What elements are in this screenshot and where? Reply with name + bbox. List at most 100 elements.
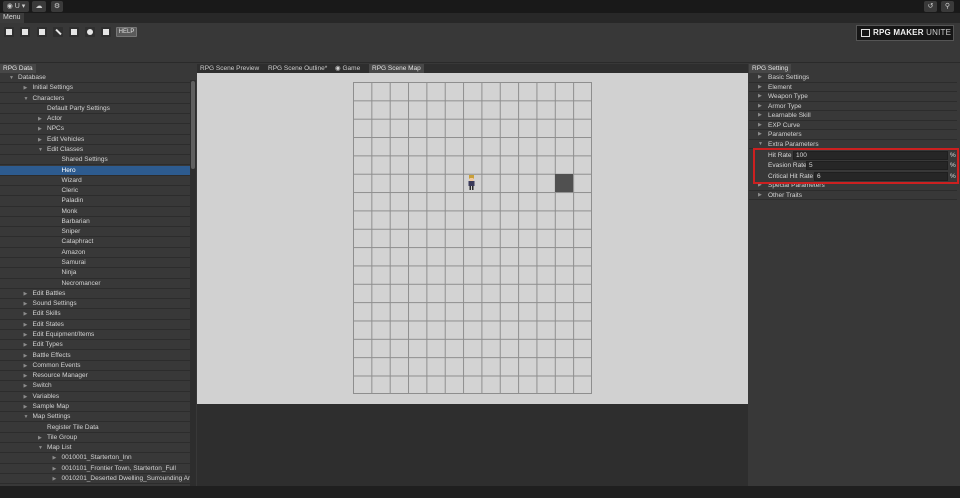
chevron-down-icon[interactable]: ▼ bbox=[24, 94, 29, 103]
chevron-right-icon[interactable]: ▶ bbox=[24, 351, 28, 360]
setting-section[interactable]: ▶ Basic Settings bbox=[749, 73, 957, 83]
cloud-button[interactable]: ☁ bbox=[32, 1, 46, 12]
account-button[interactable]: ◉ U ▾ bbox=[3, 1, 29, 12]
tree-item[interactable]: Shared Settings bbox=[0, 155, 190, 166]
chevron-right-icon[interactable]: ▶ bbox=[24, 371, 28, 380]
chevron-right-icon[interactable]: ▶ bbox=[24, 309, 28, 318]
tree-item[interactable]: Monk bbox=[0, 207, 190, 217]
tree-item[interactable]: ▶ Edit States bbox=[0, 320, 190, 330]
chevron-right-icon[interactable]: ▶ bbox=[24, 340, 28, 349]
chevron-right-icon[interactable]: ▶ bbox=[24, 361, 28, 370]
chevron-down-icon[interactable]: ▼ bbox=[38, 443, 43, 452]
chevron-right-icon[interactable]: ▶ bbox=[38, 114, 42, 123]
tab-game[interactable]: ◉ Game bbox=[332, 64, 364, 73]
chevron-right-icon[interactable]: ▶ bbox=[38, 124, 42, 133]
tree-item[interactable]: Register Tile Data bbox=[0, 423, 190, 433]
chevron-right-icon[interactable]: ▶ bbox=[24, 381, 28, 390]
chevron-right-icon[interactable]: ▶ bbox=[758, 92, 762, 101]
chevron-right-icon[interactable]: ▶ bbox=[24, 402, 28, 411]
tree-item[interactable]: ▶ Actor bbox=[0, 114, 190, 125]
play-icon[interactable] bbox=[85, 27, 95, 37]
tree-item[interactable]: ▶ Common Events bbox=[0, 361, 190, 372]
chevron-right-icon[interactable]: ▶ bbox=[758, 111, 762, 120]
chevron-right-icon[interactable]: ▶ bbox=[24, 83, 28, 92]
tree-item[interactable]: ▶ Variables bbox=[0, 392, 190, 402]
tree-item[interactable]: Default Party Settings bbox=[0, 104, 190, 115]
tree-item[interactable]: ▶ Tile Group bbox=[0, 433, 190, 443]
hero-sprite[interactable] bbox=[467, 175, 476, 191]
tree-item[interactable]: Barbarian bbox=[0, 217, 190, 228]
map-tile-grid[interactable] bbox=[353, 82, 592, 394]
chevron-right-icon[interactable]: ▶ bbox=[758, 121, 762, 130]
tree-scrollbar[interactable] bbox=[190, 80, 196, 486]
tree-item[interactable]: ▼ Map List bbox=[0, 443, 190, 454]
chevron-right-icon[interactable]: ▶ bbox=[24, 392, 28, 401]
tree-item[interactable]: ▼ Map Settings bbox=[0, 412, 190, 423]
tree-item[interactable]: ▶ Edit Battles bbox=[0, 289, 190, 300]
chevron-down-icon[interactable]: ▼ bbox=[38, 145, 43, 154]
tree-item[interactable]: Necromancer bbox=[0, 279, 190, 289]
chevron-right-icon[interactable]: ▶ bbox=[53, 453, 57, 462]
chevron-right-icon[interactable]: ▶ bbox=[24, 289, 28, 298]
tree-item[interactable]: ▶ Switch bbox=[0, 381, 190, 392]
setting-section[interactable]: ▶ Other Traits bbox=[749, 191, 957, 201]
tree-item[interactable]: Cleric bbox=[0, 186, 190, 197]
dark-map-tile[interactable] bbox=[555, 174, 573, 192]
tree-item[interactable]: ▶ Resource Manager bbox=[0, 371, 190, 382]
tab-rpg-scene-map[interactable]: RPG Scene Map bbox=[369, 64, 424, 73]
tree-item[interactable]: ▶ Edit Types bbox=[0, 340, 190, 351]
tree-item[interactable]: ▶ Initial Settings bbox=[0, 83, 190, 94]
setting-section[interactable]: ▶ Learnable Skill bbox=[749, 111, 957, 121]
search-button[interactable]: ⚲ bbox=[941, 1, 954, 12]
tree-item[interactable]: Cataphract bbox=[0, 237, 190, 248]
tree-item[interactable]: ▶ Sample Map bbox=[0, 402, 190, 413]
tree-item[interactable]: ▶ 0010001_Starterton_Inn bbox=[0, 453, 190, 464]
chevron-right-icon[interactable]: ▶ bbox=[53, 474, 57, 483]
tree-item[interactable]: ▶ Edit Equipment/Items bbox=[0, 330, 190, 341]
tree-item[interactable]: ▶ Sound Settings bbox=[0, 299, 190, 310]
tree-scrollbar-thumb[interactable] bbox=[191, 81, 195, 169]
tree-item[interactable]: Hero bbox=[0, 165, 190, 176]
settings-button[interactable]: ⚙ bbox=[51, 1, 63, 12]
chevron-right-icon[interactable]: ▶ bbox=[38, 433, 42, 442]
tree-item[interactable]: ▶ Battle Effects bbox=[0, 351, 190, 361]
deploy-icon[interactable] bbox=[101, 27, 111, 37]
tree-item[interactable]: Ninja bbox=[0, 268, 190, 279]
help-button[interactable]: HELP bbox=[116, 27, 137, 37]
chevron-right-icon[interactable]: ▶ bbox=[758, 130, 762, 139]
new-file-icon[interactable] bbox=[4, 27, 14, 37]
open-folder-icon[interactable] bbox=[20, 27, 30, 37]
setting-section[interactable]: ▶ Element bbox=[749, 83, 957, 93]
tree-item[interactable]: Samurai bbox=[0, 258, 190, 269]
chevron-right-icon[interactable]: ▶ bbox=[758, 191, 762, 200]
tree-item[interactable]: ▼ Database bbox=[0, 73, 190, 84]
tree-item[interactable]: Amazon bbox=[0, 248, 190, 258]
tab-rpg-scene-outline[interactable]: RPG Scene Outline* bbox=[265, 64, 331, 73]
save-icon[interactable] bbox=[37, 27, 47, 37]
tab-rpg-setting[interactable]: RPG Setting bbox=[749, 64, 792, 73]
chevron-right-icon[interactable]: ▶ bbox=[758, 73, 762, 82]
tab-rpg-data[interactable]: RPG Data bbox=[0, 64, 36, 73]
export-icon[interactable] bbox=[69, 27, 79, 37]
setting-section[interactable]: ▶ Parameters bbox=[749, 130, 957, 140]
tree-item[interactable]: ▶ Edit Vehicles bbox=[0, 135, 190, 145]
chevron-right-icon[interactable]: ▶ bbox=[53, 464, 57, 473]
chevron-right-icon[interactable]: ▶ bbox=[24, 320, 28, 329]
pen-icon[interactable] bbox=[53, 27, 63, 37]
tree-item[interactable]: Sniper bbox=[0, 227, 190, 238]
setting-section[interactable]: ▶ EXP Curve bbox=[749, 121, 957, 131]
chevron-down-icon[interactable]: ▼ bbox=[9, 73, 14, 82]
tree-item[interactable]: ▼ Edit Classes bbox=[0, 145, 190, 156]
chevron-right-icon[interactable]: ▶ bbox=[24, 299, 28, 308]
tree-item[interactable]: ▶ NPCs bbox=[0, 124, 190, 135]
menu-tab[interactable]: Menu bbox=[0, 13, 24, 23]
tree-item[interactable]: Paladin bbox=[0, 196, 190, 207]
history-button[interactable]: ↺ bbox=[924, 1, 937, 12]
chevron-down-icon[interactable]: ▼ bbox=[24, 412, 29, 421]
tree-item[interactable]: Wizard bbox=[0, 176, 190, 186]
chevron-right-icon[interactable]: ▶ bbox=[38, 135, 42, 144]
tab-rpg-scene-preview[interactable]: RPG Scene Preview bbox=[197, 64, 263, 73]
chevron-right-icon[interactable]: ▶ bbox=[758, 83, 762, 92]
tree-item[interactable]: ▶ 0010201_Deserted Dwelling_Surrounding A… bbox=[0, 474, 190, 485]
chevron-right-icon[interactable]: ▶ bbox=[24, 330, 28, 339]
